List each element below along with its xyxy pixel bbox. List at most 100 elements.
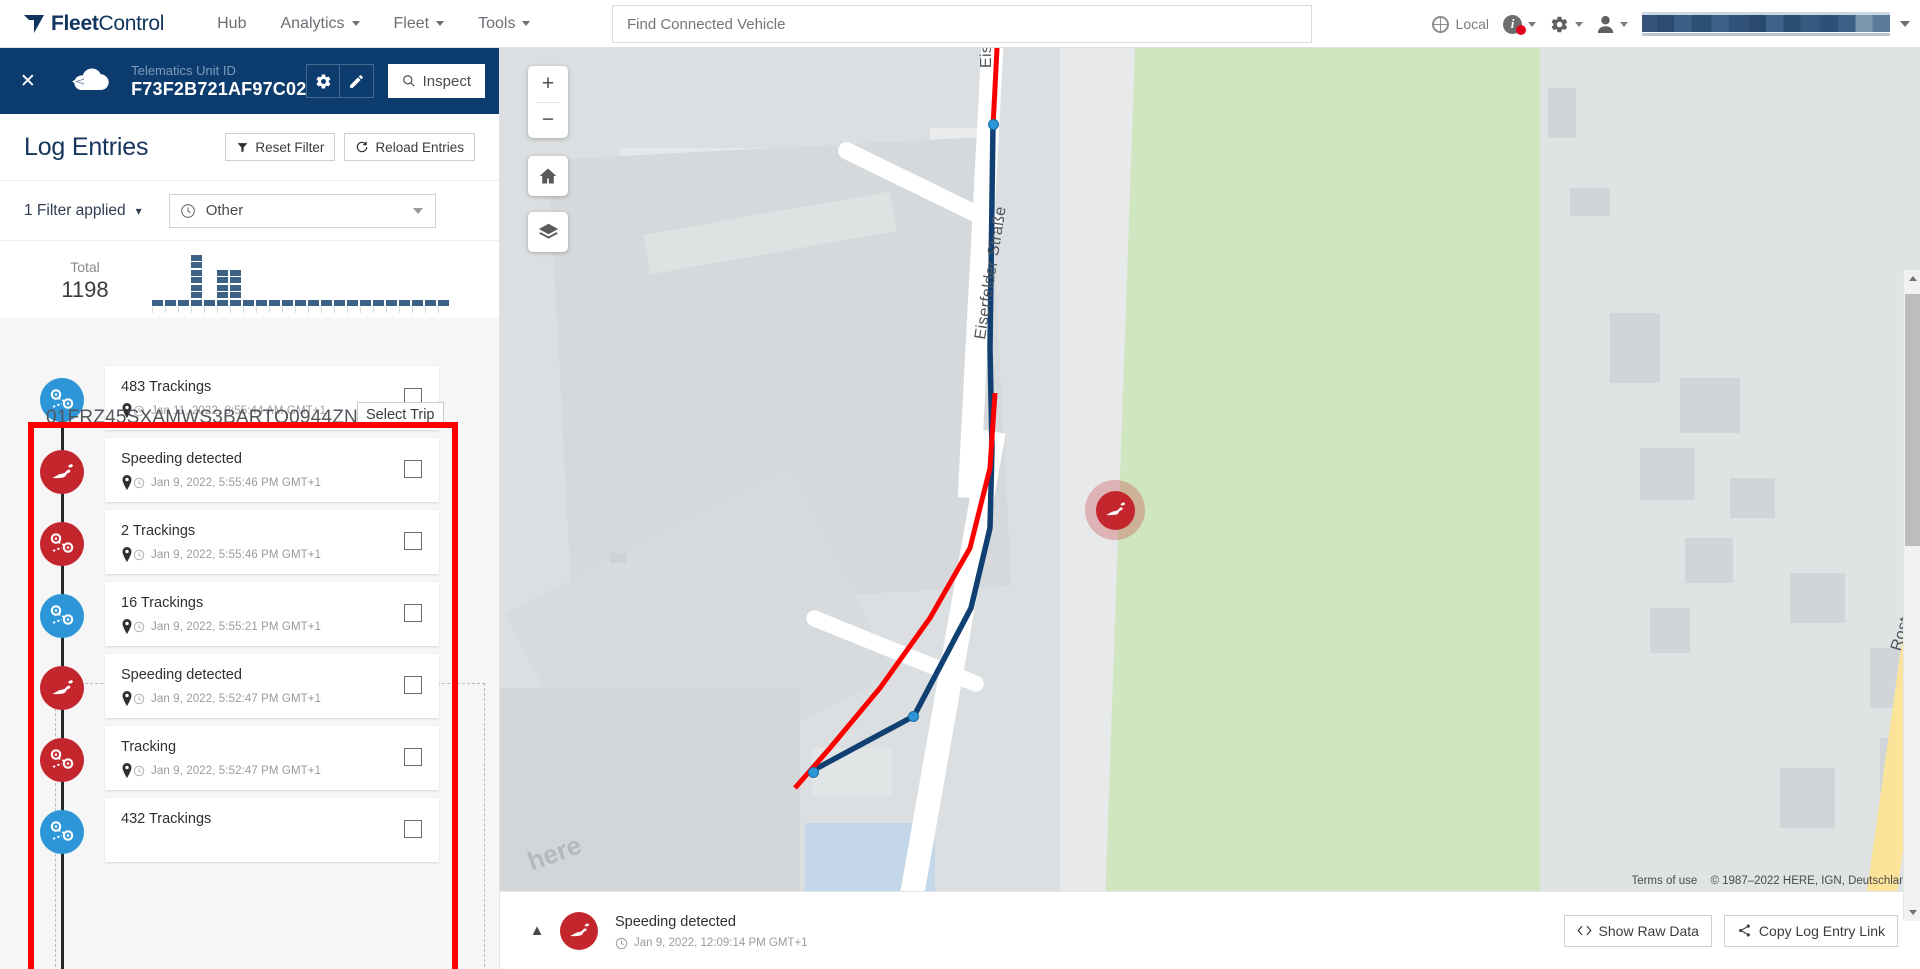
route-point[interactable] [808, 767, 819, 778]
inspect-button[interactable]: Inspect [387, 64, 485, 98]
locale-selector[interactable]: Local [1431, 15, 1489, 33]
unit-settings-button[interactable] [306, 64, 341, 98]
speeding-rabbit-icon-marker[interactable] [40, 450, 84, 494]
histogram-bar[interactable] [412, 299, 423, 306]
log-entry-meta: Jan 9, 2022, 5:52:47 PM GMT+1 [121, 763, 321, 778]
log-entry-checkbox[interactable] [404, 604, 422, 622]
log-entry-card[interactable]: 16 Trackings Jan 9, 2022, 5:55:21 PM GMT+… [105, 582, 439, 646]
log-entry-card[interactable]: Speeding detected Jan 9, 2022, 5:52:47 PM… [105, 654, 439, 718]
histogram-bar[interactable] [425, 299, 436, 306]
histogram-bar[interactable] [438, 299, 449, 306]
histogram-bar[interactable] [152, 299, 163, 306]
reload-entries-button[interactable]: Reload Entries [344, 133, 475, 161]
histogram-bar[interactable] [282, 299, 293, 306]
settings-menu[interactable] [1550, 15, 1583, 34]
map-layers-button[interactable] [528, 212, 568, 252]
nav-item-tools[interactable]: Tools [461, 0, 547, 48]
detail-actions: Show Raw Data Copy Log Entry Link [1552, 914, 1898, 947]
copy-log-entry-link-button[interactable]: Copy Log Entry Link [1723, 914, 1898, 947]
brand-logo[interactable]: FleetControl [22, 12, 164, 36]
account-name-redacted[interactable] [1642, 12, 1890, 36]
close-panel-button[interactable]: ✕ [14, 70, 42, 93]
collapse-detail-button[interactable]: ▲ [522, 922, 552, 939]
histogram-bar[interactable] [269, 299, 280, 306]
histogram-bar[interactable] [334, 299, 345, 306]
log-entry-item[interactable]: 16 Trackings Jan 9, 2022, 5:55:21 PM GMT+… [0, 582, 486, 654]
log-entry-item[interactable]: Speeding detected Jan 9, 2022, 5:55:46 PM… [0, 438, 486, 510]
histogram-bar[interactable] [165, 299, 176, 306]
telematics-unit-bar: ✕ Telematics Unit ID F73F2B721AF97C02 In… [0, 48, 499, 114]
zoom-out-button[interactable]: − [528, 103, 568, 138]
histogram-cell [360, 299, 371, 306]
histogram-bar[interactable] [386, 299, 397, 306]
log-entry-card[interactable]: Speeding detected Jan 9, 2022, 5:55:46 PM… [105, 438, 439, 502]
histogram-bar[interactable] [321, 299, 332, 306]
log-entry-checkbox[interactable] [404, 748, 422, 766]
map-block [610, 553, 626, 563]
chevron-down-icon [436, 21, 445, 26]
histogram-bar[interactable] [360, 299, 371, 306]
log-entry-card[interactable]: 2 Trackings Jan 9, 2022, 5:55:46 PM GMT+1 [105, 510, 439, 574]
detail-timestamp: Jan 9, 2022, 12:09:14 PM GMT+1 [634, 937, 808, 949]
histogram-bar[interactable] [295, 299, 306, 306]
map-marker-speeding[interactable] [1085, 480, 1145, 540]
tracking-route-icon-marker[interactable] [40, 594, 84, 638]
histogram-bar[interactable] [217, 269, 228, 306]
log-entry-checkbox[interactable] [404, 820, 422, 838]
info-menu[interactable]: i [1503, 14, 1536, 35]
histogram-bar[interactable] [243, 299, 254, 306]
route-point[interactable] [908, 711, 919, 722]
log-entry-timestamp: Jan 9, 2022, 5:55:46 PM GMT+1 [151, 476, 322, 489]
scrollbar-thumb[interactable] [1905, 294, 1920, 546]
page-title: Log Entries [24, 132, 149, 161]
nav-item-fleet[interactable]: Fleet [377, 0, 462, 48]
account-menu[interactable] [1597, 15, 1628, 34]
tracking-route-icon-marker[interactable] [40, 738, 84, 782]
scroll-down-button[interactable] [1904, 904, 1920, 921]
histogram-cell [321, 299, 332, 306]
log-entry-checkbox[interactable] [404, 460, 422, 478]
event-type-select[interactable]: Other [168, 193, 436, 228]
histogram-bar[interactable] [347, 299, 358, 306]
histogram-bar[interactable] [204, 299, 215, 306]
histogram-bar[interactable] [256, 299, 267, 306]
log-entry-checkbox[interactable] [404, 532, 422, 550]
log-entry-title: 483 Trackings [121, 379, 212, 395]
histogram-tick [152, 306, 153, 313]
histogram-bar[interactable] [399, 299, 410, 306]
log-entry-card[interactable]: 432 Trackings [105, 798, 439, 862]
reset-filter-button[interactable]: Reset Filter [225, 133, 336, 161]
log-entry-checkbox[interactable] [404, 676, 422, 694]
route-point-start[interactable] [988, 119, 999, 130]
nav-item-analytics[interactable]: Analytics [263, 0, 376, 48]
histogram-bar[interactable] [191, 254, 202, 306]
histogram-cell [230, 292, 241, 298]
tracking-route-icon-marker[interactable] [40, 810, 84, 854]
zoom-in-button[interactable]: + [528, 67, 568, 102]
unit-edit-button[interactable] [340, 64, 374, 98]
tracking-route-icon-marker[interactable] [40, 522, 84, 566]
show-raw-data-button[interactable]: Show Raw Data [1563, 914, 1712, 947]
histogram-tick [295, 306, 296, 313]
filter-applied-toggle[interactable]: 1 Filter applied ▾ [24, 202, 142, 220]
chevron-down-icon[interactable] [1900, 21, 1910, 27]
map-canvas[interactable]: Eiserfelder S Eiserfelder Straße Rosters… [500, 48, 1920, 891]
speeding-rabbit-icon-marker[interactable] [40, 666, 84, 710]
nav-item-hub[interactable]: Hub [200, 0, 263, 48]
select-trip-button[interactable]: Select Trip [357, 402, 444, 427]
histogram-bar[interactable] [373, 299, 384, 306]
terms-of-use-link[interactable]: Terms of use [1631, 875, 1697, 887]
histogram-cell [373, 299, 384, 306]
search-input[interactable] [612, 5, 1312, 43]
histogram-bar[interactable] [230, 269, 241, 306]
histogram-bar[interactable] [178, 299, 189, 306]
scroll-up-button[interactable] [1904, 270, 1920, 287]
map-block [1640, 448, 1695, 500]
histogram-bar[interactable] [308, 299, 319, 306]
histogram-cell [295, 299, 306, 306]
map-home-button[interactable] [528, 156, 568, 196]
histogram-cell [178, 299, 189, 306]
log-entry-card[interactable]: Tracking Jan 9, 2022, 5:52:47 PM GMT+1 [105, 726, 439, 790]
log-entry-item[interactable]: 2 Trackings Jan 9, 2022, 5:55:46 PM GMT+1 [0, 510, 486, 582]
list-scrollbar[interactable] [1903, 270, 1920, 921]
